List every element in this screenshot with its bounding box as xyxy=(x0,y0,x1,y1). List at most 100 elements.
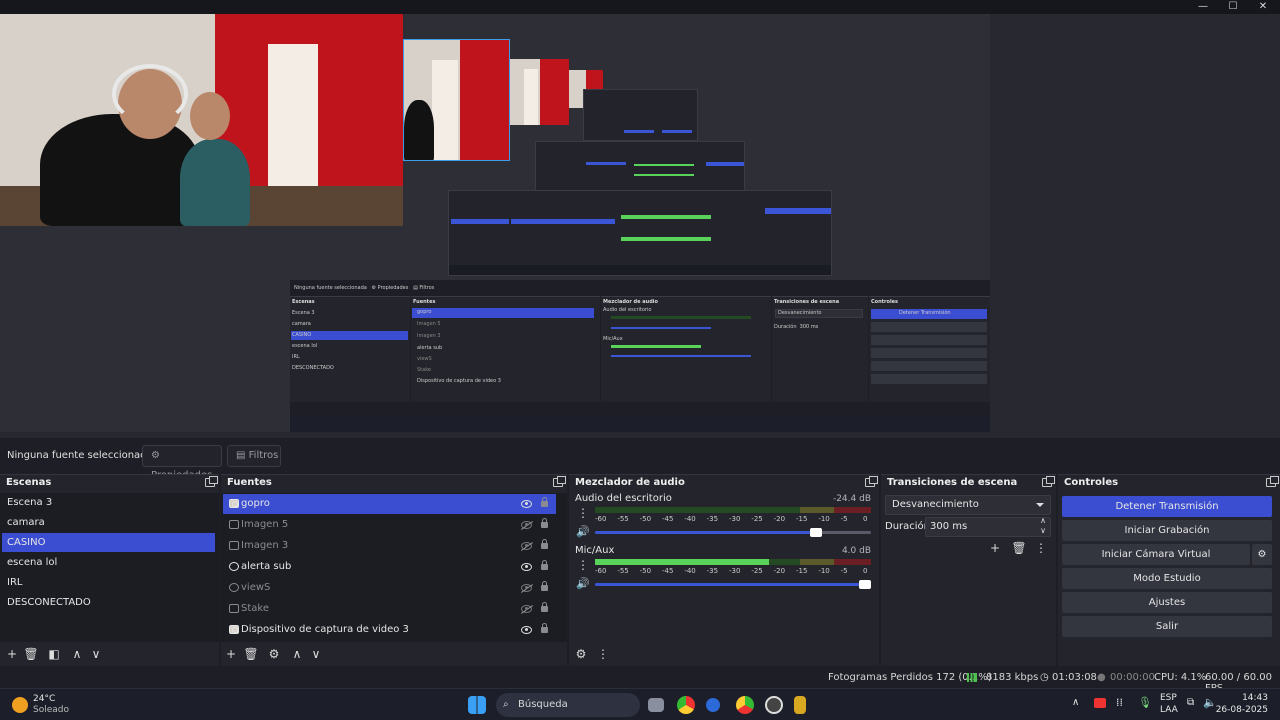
remove-source-icon[interactable]: 🗑 xyxy=(243,647,259,661)
volume-slider[interactable] xyxy=(595,528,871,537)
chrome-profile-icon[interactable] xyxy=(736,696,754,714)
hidden-icon[interactable] xyxy=(521,542,532,550)
start-recording-button[interactable]: Iniciar Grabación xyxy=(1062,520,1272,541)
visibility-icon[interactable] xyxy=(521,626,532,634)
obs-icon[interactable] xyxy=(765,696,783,714)
lock-icon[interactable] xyxy=(541,539,548,549)
add-scene-icon[interactable]: + xyxy=(4,647,20,661)
tray-grid-icon[interactable]: ⁞⁞ xyxy=(1116,696,1123,709)
clock-time[interactable]: 14:43 xyxy=(1222,693,1268,703)
scenes-list: Escena 3 camara CASINO escena lol IRL DE… xyxy=(0,493,219,642)
bitrate: 8183 kbps xyxy=(986,672,1039,683)
task-view-icon[interactable] xyxy=(648,698,664,712)
stop-streaming-button[interactable]: Detener Transmisión xyxy=(1062,496,1272,517)
studio-mode-button[interactable]: Modo Estudio xyxy=(1062,568,1272,589)
scene-item[interactable]: IRL xyxy=(2,573,215,592)
filters-button[interactable]: ▤ Filtros xyxy=(227,445,281,467)
volume-slider-knob[interactable] xyxy=(809,528,822,537)
scene-item[interactable]: escena lol xyxy=(2,553,215,572)
speaker-icon[interactable]: 🔊 xyxy=(576,578,590,590)
properties-button[interactable]: ⚙ Propiedades xyxy=(142,445,222,481)
close-button[interactable]: ✕ xyxy=(1248,0,1278,14)
search-box[interactable]: ⌕ Búsqueda xyxy=(496,693,640,717)
duration-input[interactable]: 300 ms ∧ ∨ xyxy=(925,516,1051,537)
spin-down-icon[interactable]: ∨ xyxy=(1040,526,1046,535)
spin-up-icon[interactable]: ∧ xyxy=(1040,516,1046,525)
lock-icon[interactable] xyxy=(541,518,548,528)
source-item[interactable]: Imagen 5 xyxy=(223,515,556,535)
preview-nested-obs-2 xyxy=(583,89,698,141)
add-transition-icon[interactable]: + xyxy=(987,541,1003,555)
add-source-icon[interactable]: + xyxy=(223,647,239,661)
image-icon xyxy=(229,541,239,550)
undock-icon[interactable] xyxy=(205,476,218,487)
scene-item[interactable]: DESCONECTADO xyxy=(2,593,215,612)
move-up-icon[interactable]: ∧ xyxy=(289,647,305,661)
exit-button[interactable]: Salir xyxy=(1062,616,1272,637)
language-sub: LAA xyxy=(1160,705,1178,715)
hidden-icon[interactable] xyxy=(521,584,532,592)
advanced-audio-icon[interactable]: ⚙ xyxy=(573,647,589,661)
windows-start-icon[interactable] xyxy=(468,696,486,714)
hidden-icon[interactable] xyxy=(521,521,532,529)
preview-area[interactable]: Ninguna fuente seleccionada ⚙ Propiedade… xyxy=(0,14,1280,438)
undock-icon[interactable] xyxy=(553,476,566,487)
source-item[interactable]: alerta sub xyxy=(223,557,556,577)
source-item[interactable]: Imagen 3 xyxy=(223,536,556,556)
source-item[interactable]: Stake xyxy=(223,599,556,619)
source-label: Stake xyxy=(241,603,269,614)
source-properties-icon[interactable]: ⚙ xyxy=(266,647,282,661)
transition-menu-icon[interactable]: ⋮ xyxy=(1033,541,1049,555)
lock-icon[interactable] xyxy=(541,602,548,612)
lock-icon[interactable] xyxy=(541,581,548,591)
virtual-camera-settings-icon[interactable]: ⚙ xyxy=(1252,544,1272,565)
network-icon[interactable]: ⧉ xyxy=(1187,697,1194,708)
scene-item[interactable]: camara xyxy=(2,513,215,532)
weather-icon[interactable] xyxy=(12,697,28,713)
scene-item[interactable]: Escena 3 xyxy=(2,493,215,512)
preview-canvas[interactable]: Ninguna fuente seleccionada ⚙ Propiedade… xyxy=(0,14,990,432)
duration-label: Duración xyxy=(885,521,931,532)
settings-button[interactable]: Ajustes xyxy=(1062,592,1272,613)
lock-icon[interactable] xyxy=(541,497,548,507)
source-label: Imagen 3 xyxy=(241,540,289,551)
tray-app-icon[interactable] xyxy=(1094,698,1106,708)
speaker-icon[interactable]: 🔊 xyxy=(576,526,590,538)
undock-icon[interactable] xyxy=(1042,476,1055,487)
hidden-icon[interactable] xyxy=(521,605,532,613)
maximize-button[interactable]: ☐ xyxy=(1218,0,1248,14)
remove-transition-icon[interactable]: 🗑 xyxy=(1011,541,1027,555)
source-item-selected[interactable]: gopro xyxy=(223,494,556,514)
move-up-icon[interactable]: ∧ xyxy=(69,647,85,661)
app-icon[interactable] xyxy=(794,696,806,714)
remove-scene-icon[interactable]: 🗑 xyxy=(23,647,39,661)
undock-icon[interactable] xyxy=(865,476,878,487)
transition-select[interactable]: Desvanecimiento xyxy=(885,495,1051,515)
meter-tick-label: -50 xyxy=(639,567,652,575)
mixer-menu-icon[interactable]: ⋮ xyxy=(595,647,611,661)
lock-icon[interactable] xyxy=(541,623,548,633)
microphone-icon[interactable]: 🎙 xyxy=(1138,696,1152,709)
source-item[interactable]: viewS xyxy=(223,578,556,598)
tray-chevron-icon[interactable]: ∧ xyxy=(1072,697,1079,708)
undock-icon[interactable] xyxy=(1266,476,1279,487)
volume-slider[interactable] xyxy=(595,580,871,589)
channel-menu-icon[interactable]: ⋮ xyxy=(577,507,589,519)
channel-menu-icon[interactable]: ⋮ xyxy=(577,559,589,571)
move-down-icon[interactable]: ∨ xyxy=(88,647,104,661)
minimize-button[interactable]: — xyxy=(1188,0,1218,14)
visibility-icon[interactable] xyxy=(521,563,532,571)
app-icon[interactable] xyxy=(706,698,720,712)
source-item[interactable]: Dispositivo de captura de video 3 xyxy=(223,620,556,640)
scene-item-selected[interactable]: CASINO xyxy=(2,533,215,552)
clock-date[interactable]: 26-08-2025 xyxy=(1212,705,1268,715)
language-label[interactable]: ESP xyxy=(1160,693,1177,703)
lock-icon[interactable] xyxy=(541,560,548,570)
volume-slider-knob[interactable] xyxy=(859,580,871,589)
move-down-icon[interactable]: ∨ xyxy=(308,647,324,661)
filter-icon: ▤ xyxy=(236,450,246,461)
start-virtual-camera-button[interactable]: Iniciar Cámara Virtual xyxy=(1062,544,1250,565)
chrome-icon[interactable] xyxy=(677,696,695,714)
visibility-icon[interactable] xyxy=(521,500,532,508)
scene-filters-icon[interactable]: ◧ xyxy=(46,647,62,661)
